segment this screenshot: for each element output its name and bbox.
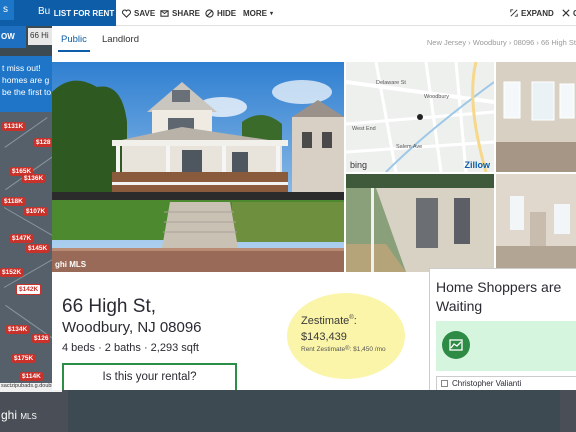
modal-toolbar: LIST FOR RENT SAVE SHARE HIDE MORE ▾ EXP… xyxy=(52,0,576,26)
save-button[interactable]: SAVE xyxy=(122,0,155,26)
tab-bar: Public Landlord New Jersey › Woodbury › … xyxy=(52,26,576,54)
tab-public[interactable]: Public xyxy=(61,34,87,45)
tab-landlord[interactable]: Landlord xyxy=(102,34,139,45)
zestimate-label[interactable]: Zestimate xyxy=(301,315,349,327)
background-logo[interactable]: s xyxy=(0,0,14,20)
mls-badge: ghi MLS xyxy=(55,260,87,269)
hide-icon xyxy=(205,8,214,18)
address-line-2: Woodbury, NJ 08096 xyxy=(62,319,202,336)
map-price-pin[interactable]: $134K xyxy=(6,325,30,334)
rent-zestimate-value: : $1,450 /mo xyxy=(349,346,386,353)
zestimate-callout: Zestimate®: $143,439 Rent Zestimate®: $1… xyxy=(287,293,405,379)
photo-map-thumbnail[interactable]: Delaware St Woodbury West End Salem Ave … xyxy=(346,62,494,172)
background-filter-button[interactable]: OW xyxy=(0,26,26,48)
share-icon xyxy=(160,9,169,17)
map-price-pin[interactable]: $147K xyxy=(10,234,34,243)
breadcrumb[interactable]: New Jersey › Woodbury › 08096 › 66 High … xyxy=(427,38,576,47)
photo-interior-room[interactable] xyxy=(496,174,576,272)
map-price-pin[interactable]: $107K xyxy=(24,207,48,216)
background-search-input[interactable]: 66 Hi xyxy=(28,28,54,45)
zestimate-value: $143,439 xyxy=(301,331,347,343)
house-image xyxy=(52,62,344,272)
background-map[interactable]: $131K $128 $165K $136K $118K $107K $147K… xyxy=(0,112,52,387)
background-promo-banner[interactable]: t miss out! homes are g be the first to xyxy=(0,56,52,112)
expand-icon xyxy=(510,9,518,17)
home-facts: 4 beds · 2 baths · 2,293 sqft xyxy=(62,342,199,354)
share-button[interactable]: SHARE xyxy=(160,0,200,26)
agent-checkbox[interactable] xyxy=(441,380,448,387)
active-tab-indicator xyxy=(58,50,90,52)
is-this-your-rental-button[interactable]: Is this your rental? xyxy=(62,363,237,390)
expand-button[interactable]: EXPAND xyxy=(510,0,554,26)
map-price-pin[interactable]: $145K xyxy=(26,244,50,253)
photo-main-house[interactable]: ghi MLS xyxy=(52,62,344,272)
photo-porch[interactable] xyxy=(346,174,494,272)
shoppers-title: Home Shoppers are Waiting xyxy=(436,279,562,314)
agent-name: Christopher Valianti xyxy=(452,379,522,388)
background-nav-item[interactable]: Bu xyxy=(38,6,50,17)
chart-icon xyxy=(442,331,470,359)
mls-logo: ghi MLS xyxy=(1,408,37,422)
map-price-pin-selected[interactable]: $142K xyxy=(16,284,42,295)
map-price-pin[interactable]: $126 xyxy=(32,334,51,343)
map-price-pin[interactable]: $152K xyxy=(0,268,24,277)
hide-button[interactable]: HIDE xyxy=(205,0,236,26)
zillow-logo: Zillow xyxy=(464,160,491,170)
rent-zestimate-label[interactable]: Rent Zestimate xyxy=(301,346,345,353)
map-price-pin[interactable]: $118K xyxy=(2,197,25,206)
map-price-pin[interactable]: $136K xyxy=(22,174,46,183)
agent-row[interactable]: Christopher Valianti xyxy=(436,376,576,390)
interior-image xyxy=(496,174,576,272)
more-menu-button[interactable]: MORE ▾ xyxy=(243,0,273,26)
map-price-pin[interactable]: $114K xyxy=(20,372,43,381)
map-price-pin[interactable]: $128 xyxy=(34,138,52,147)
map-price-pin[interactable]: $131K xyxy=(2,122,26,131)
home-shoppers-panel: Home Shoppers are Waiting Christopher Va… xyxy=(429,268,576,390)
photo-gallery: ghi MLS Delaware St Woodbury West End Sa… xyxy=(52,62,576,272)
interior-image xyxy=(496,62,576,172)
porch-image xyxy=(346,174,494,272)
heart-icon xyxy=(122,9,131,18)
caret-down-icon: ▾ xyxy=(270,10,274,17)
close-icon xyxy=(562,9,570,17)
map-price-pin[interactable]: $175K xyxy=(12,354,36,363)
shoppers-promo-card[interactable] xyxy=(436,321,576,371)
street-map xyxy=(346,62,494,172)
list-for-rent-button[interactable]: LIST FOR RENT xyxy=(52,0,116,26)
photo-interior-room[interactable] xyxy=(496,62,576,172)
listing-modal: LIST FOR RENT SAVE SHARE HIDE MORE ▾ EXP… xyxy=(52,0,576,390)
bing-logo: bing xyxy=(350,160,368,170)
address-line-1: 66 High St, xyxy=(62,296,156,317)
close-button[interactable]: C xyxy=(562,0,576,26)
